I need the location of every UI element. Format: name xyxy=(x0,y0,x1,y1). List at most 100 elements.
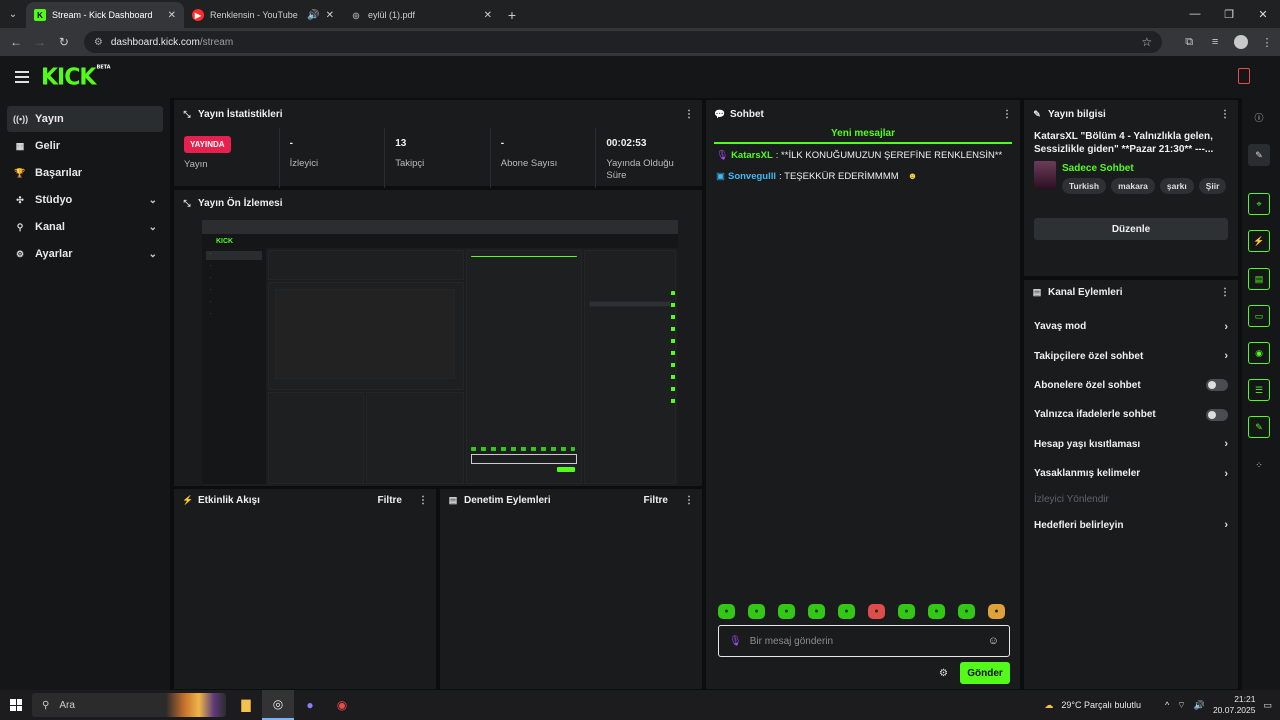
wrench-icon[interactable]: ✎ xyxy=(1248,416,1270,438)
tab-pdf[interactable]: ◎ eylül (1).pdf ✕ xyxy=(342,2,500,28)
layout-icon[interactable]: ⁘ xyxy=(1248,454,1270,476)
emotes-only-toggle[interactable] xyxy=(1206,408,1228,421)
kick-logo[interactable]: KICKBETA xyxy=(41,64,111,90)
emote-icon[interactable]: ● xyxy=(988,604,1005,619)
tab-youtube-music[interactable]: ▶ Renklensin - YouTube Music 🔊 ✕ xyxy=(184,2,342,28)
new-messages-divider[interactable]: Yeni mesajlar xyxy=(714,128,1012,144)
chat-text: : **İLK KONUĞUMUZUN ŞEREFİNE RENKLENSİN*… xyxy=(775,150,1003,161)
tag: Turkish xyxy=(1062,178,1107,194)
file-explorer-icon[interactable]: ▇ xyxy=(230,690,262,720)
broadcast-icon[interactable]: ◉ xyxy=(1248,342,1270,364)
sidebar-item-gelir[interactable]: ▦ Gelir xyxy=(7,133,163,159)
minimize-icon[interactable]: — xyxy=(1178,0,1212,28)
notification-icon[interactable] xyxy=(1238,68,1250,84)
more-options-icon[interactable]: ⋮ xyxy=(418,495,428,506)
close-tab-icon[interactable]: ✕ xyxy=(326,10,334,21)
maximize-icon[interactable]: ❐ xyxy=(1212,0,1246,28)
clock[interactable]: 21:21 20.07.2025 xyxy=(1213,694,1256,716)
profile-avatar[interactable] xyxy=(1228,30,1254,54)
extensions-icon[interactable]: ⧉ xyxy=(1176,30,1202,54)
media-icon[interactable]: ≡ xyxy=(1202,30,1228,54)
discord-icon[interactable]: ● xyxy=(294,690,326,720)
chrome-icon[interactable]: ◎ xyxy=(262,690,294,720)
browser-menu-icon[interactable]: ⋮ xyxy=(1254,30,1280,54)
tab-search-icon[interactable]: ⌄ xyxy=(0,0,26,28)
action-followers-only[interactable]: Takipçilere özel sohbet › xyxy=(1024,341,1238,370)
pencil-icon[interactable]: ✎ xyxy=(1248,144,1270,166)
document-icon[interactable]: ▤ xyxy=(1248,268,1270,290)
more-options-icon[interactable]: ⋮ xyxy=(1002,109,1012,120)
action-subscribers-only: Abonelere özel sohbet xyxy=(1024,371,1238,400)
stream-preview-video[interactable]: KICK · · · · · · xyxy=(202,220,678,486)
close-window-icon[interactable]: ✕ xyxy=(1246,0,1280,28)
panel-header: 💬 Sohbet ⋮ xyxy=(706,100,1020,128)
edit-button[interactable]: Düzenle xyxy=(1034,218,1228,240)
new-tab-icon[interactable]: + xyxy=(500,2,524,28)
sidebar-item-kanal[interactable]: ⚲ Kanal ⌄ xyxy=(7,214,163,240)
emote-icon[interactable]: ● xyxy=(898,604,915,619)
subscribers-only-toggle[interactable] xyxy=(1206,379,1228,392)
chat-username[interactable]: Sonvegulll xyxy=(728,171,776,182)
stat-uptime: 00:02:53 Yayında Olduğu Süre xyxy=(596,128,702,188)
category-label[interactable]: Sadece Sohbet xyxy=(1062,163,1228,174)
chat-username[interactable]: KatarsXL xyxy=(731,150,773,161)
filter-button[interactable]: Filtre xyxy=(644,495,668,506)
more-options-icon[interactable]: ⋮ xyxy=(1220,109,1230,120)
globe-icon: ◎ xyxy=(352,10,360,20)
close-tab-icon[interactable]: ✕ xyxy=(484,10,492,21)
info-icon[interactable]: ⓘ xyxy=(1248,106,1270,128)
sidebar-item-basarilar[interactable]: 🏆 Başarılar xyxy=(7,160,163,186)
tray-expand-icon[interactable]: ^ xyxy=(1165,700,1169,710)
bookmark-star-icon[interactable]: ☆ xyxy=(1141,35,1152,49)
action-label: Yalnızca ifadelerle sohbet xyxy=(1034,409,1156,421)
emote-icon[interactable]: ● xyxy=(838,604,855,619)
list-icon[interactable]: ☰ xyxy=(1248,379,1270,401)
emote-icon[interactable]: ● xyxy=(778,604,795,619)
chat-icon[interactable]: ▭ xyxy=(1248,305,1270,327)
browser-tab-bar: ⌄ K Stream - Kick Dashboard ✕ ▶ Renklens… xyxy=(0,0,1280,28)
send-button[interactable]: Gönder xyxy=(960,662,1010,684)
site-info-icon[interactable]: ⚙ xyxy=(94,37,103,48)
forward-icon[interactable]: → xyxy=(28,30,52,54)
emote-icon[interactable]: ● xyxy=(748,604,765,619)
bolt-icon[interactable]: ⚡ xyxy=(1248,230,1270,252)
emoji-picker-icon[interactable]: ☺ xyxy=(988,635,999,647)
network-icon[interactable]: ⌔ xyxy=(1177,700,1185,711)
speaker-icon[interactable]: 🔊 xyxy=(307,10,319,21)
tab-kick-dashboard[interactable]: K Stream - Kick Dashboard ✕ xyxy=(26,2,184,28)
emote-icon[interactable]: ● xyxy=(868,604,885,619)
more-options-icon[interactable]: ⋮ xyxy=(684,495,694,506)
volume-icon[interactable]: 🔊 xyxy=(1194,700,1205,711)
emote-icon[interactable]: ● xyxy=(958,604,975,619)
action-account-age[interactable]: Hesap yaşı kısıtlaması › xyxy=(1024,430,1238,459)
windows-start-icon[interactable] xyxy=(0,690,32,720)
emote-icon[interactable]: ● xyxy=(928,604,945,619)
taskbar-search[interactable]: ⚲ Ara xyxy=(32,693,226,717)
url-field[interactable]: ⚙ dashboard.kick.com /stream ☆ xyxy=(83,31,1163,53)
sidebar-item-yayin[interactable]: ((•)) Yayın xyxy=(7,106,163,132)
notifications-icon[interactable]: ▭ xyxy=(1263,700,1272,711)
weather-text[interactable]: 29°C Parçalı bulutlu xyxy=(1061,700,1141,710)
action-banned-words[interactable]: Yasaklanmış kelimeler › xyxy=(1024,459,1238,488)
action-label: İzleyici Yönlendir xyxy=(1034,493,1109,505)
sidebar-item-studyo[interactable]: ✣ Stüdyo ⌄ xyxy=(7,187,163,213)
hamburger-menu-icon[interactable] xyxy=(15,71,29,83)
close-tab-icon[interactable]: ✕ xyxy=(168,10,176,21)
emote-icon[interactable]: ● xyxy=(808,604,825,619)
more-options-icon[interactable]: ⋮ xyxy=(684,109,694,120)
more-options-icon[interactable]: ⋮ xyxy=(1220,287,1230,298)
filter-button[interactable]: Filtre xyxy=(378,495,402,506)
chat-message-input[interactable]: 🎙 Bir mesaj gönderin ☺ xyxy=(718,625,1010,657)
back-icon[interactable]: ← xyxy=(4,30,28,54)
action-set-goals[interactable]: Hedefleri belirleyin › xyxy=(1024,510,1238,539)
obs-icon[interactable]: ◉ xyxy=(326,690,358,720)
reload-icon[interactable]: ↻ xyxy=(52,30,76,54)
logo-text: KICK xyxy=(41,63,96,91)
stat-label: Yayında Olduğu Süre xyxy=(606,158,674,181)
target-icon[interactable]: ⌖ xyxy=(1248,193,1270,215)
sidebar-item-ayarlar[interactable]: ⚙ Ayarlar ⌄ xyxy=(7,241,163,267)
emote-icon[interactable]: ● xyxy=(718,604,735,619)
action-slow-mode[interactable]: Yavaş mod › xyxy=(1024,312,1238,341)
chat-settings-icon[interactable]: ⚙ xyxy=(939,668,948,679)
mic-icon[interactable]: 🎙 xyxy=(729,636,742,647)
